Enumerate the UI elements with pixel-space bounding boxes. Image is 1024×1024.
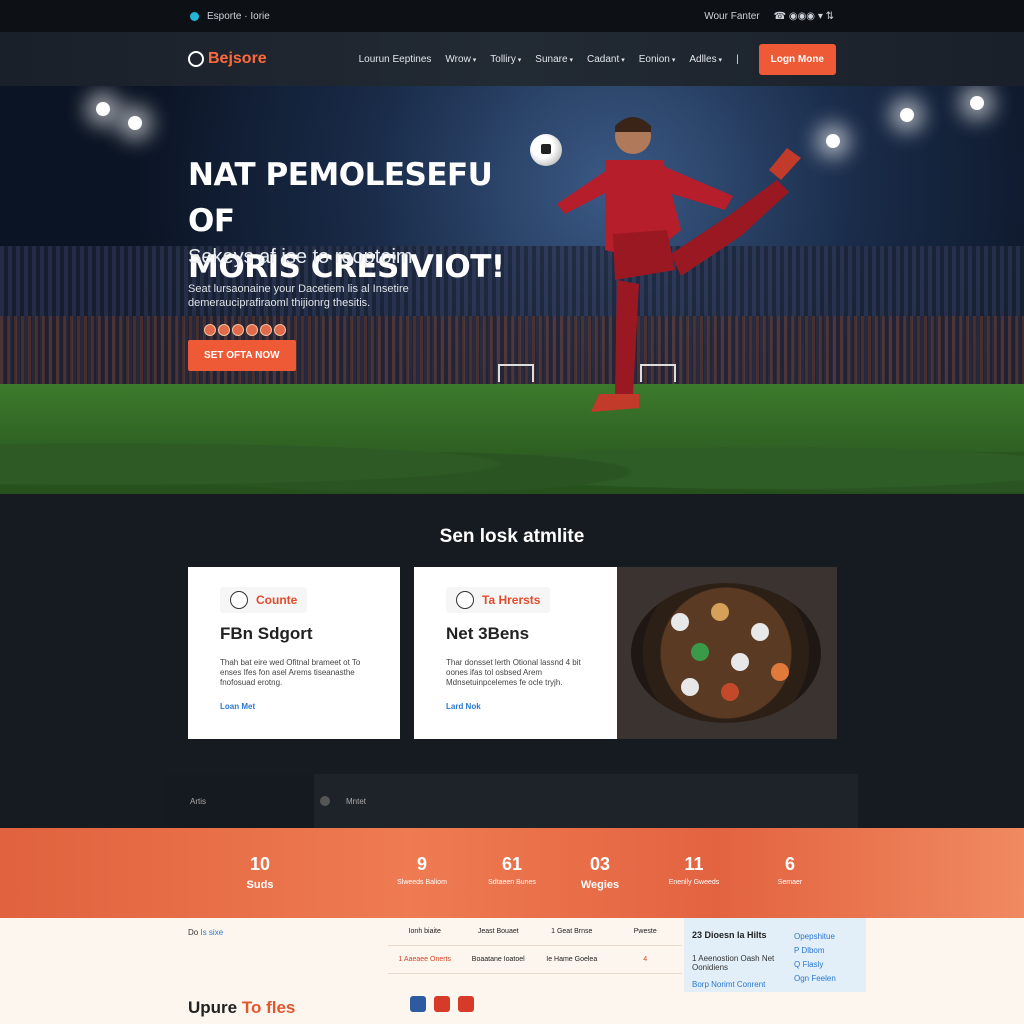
promo-side-item[interactable]: Q Flasly bbox=[794, 958, 858, 972]
table-row[interactable]: Ionh biaite Jeast Bouaet 1 Geat Brnse Pw… bbox=[388, 918, 682, 946]
login-button[interactable]: Logn Mone bbox=[758, 43, 836, 75]
strip-tab-right[interactable]: Mntet bbox=[314, 796, 366, 806]
logo-text: Bejsore bbox=[208, 50, 267, 67]
avatar bbox=[218, 324, 230, 336]
promo-side-item[interactable]: Ogn Feelen bbox=[794, 972, 858, 986]
food-plate bbox=[631, 583, 821, 723]
stat-item: 10 Suds bbox=[246, 854, 274, 891]
nav-item-adlles[interactable]: Adlles bbox=[689, 54, 722, 65]
promo-side-item[interactable]: P Dlbom bbox=[794, 944, 858, 958]
nav-menu: Lourun Eeptines Wrow Tolliry Sunare Cada… bbox=[359, 54, 739, 65]
football-player-image bbox=[557, 117, 801, 412]
nav-item-eonion[interactable]: Eonion bbox=[639, 54, 676, 65]
trophy-icon bbox=[456, 591, 474, 609]
circle-icon bbox=[320, 796, 330, 806]
floodlight-icon bbox=[128, 116, 142, 130]
foreground-plants bbox=[0, 416, 1024, 494]
food-item bbox=[711, 603, 729, 621]
feature-card-1[interactable]: Counte FBn Sdgort Thah bat eire wed Ofit… bbox=[188, 567, 400, 739]
hero-cta-button[interactable]: SET OFTA NOW bbox=[188, 340, 296, 371]
sub-tab-strip: Artis Mntet bbox=[166, 774, 858, 828]
stat-item: 11 Enenlly Gweeds bbox=[668, 854, 720, 886]
floodlight-icon bbox=[96, 102, 110, 116]
footer-icon-row bbox=[410, 996, 474, 1012]
nav-item-sunare[interactable]: Sunare bbox=[535, 54, 573, 65]
nav-item-explore[interactable]: Lourun Eeptines bbox=[359, 54, 432, 65]
app-icon[interactable] bbox=[410, 996, 426, 1012]
food-item bbox=[691, 643, 709, 661]
nav-item-tolliry[interactable]: Tolliry bbox=[490, 54, 521, 65]
food-item bbox=[771, 663, 789, 681]
card-chip: Ta Hrersts bbox=[446, 587, 551, 613]
footer-section: Do Is sixe Ionh biaite Jeast Bouaet 1 Ge… bbox=[0, 918, 1024, 1024]
main-navigation: Bejsore Lourun Eeptines Wrow Tolliry Sun… bbox=[0, 32, 1024, 86]
promo-side-list: Opepshitue P Dlbom Q Flasly Ogn Feelen bbox=[794, 930, 858, 983]
promo-subtitle: 1 Aeenostion Oash Net Oonidiens bbox=[692, 954, 775, 972]
hero-description: Seat lursaonaine your Dacetiem lis al In… bbox=[188, 283, 409, 309]
promo-box: 23 Dioesn la Hilts 1 Aeenostion Oash Net… bbox=[684, 918, 866, 992]
hero-banner: NAT PEMOLESEFU OF MORIS CRESIVIOT! Sekeys… bbox=[0, 86, 1024, 494]
status-dot-icon bbox=[190, 11, 199, 21]
card-link[interactable]: Lard Nok bbox=[446, 702, 585, 711]
hero-subtitle: Sekeys af ise to rooptoim bbox=[188, 246, 413, 268]
strip-tab-left[interactable]: Artis bbox=[166, 774, 314, 828]
ball-icon bbox=[671, 613, 689, 631]
nav-item-wrow[interactable]: Wrow bbox=[445, 54, 476, 65]
ball-icon bbox=[731, 653, 749, 671]
logo-mark-icon bbox=[188, 51, 204, 67]
avatar bbox=[274, 324, 286, 336]
card-title: Net 3Bens bbox=[446, 624, 530, 643]
social-icons[interactable]: ☎ ◉◉◉ ▾ ⇅ bbox=[774, 11, 834, 22]
food-bowl-image bbox=[617, 567, 837, 739]
table-row[interactable]: 1 Aaeaee Onerts Boaatane Ioatoel Ie Hame… bbox=[388, 946, 682, 974]
floodlight-icon bbox=[826, 134, 840, 148]
schedule-table: Ionh biaite Jeast Bouaet 1 Geat Brnse Pw… bbox=[388, 918, 682, 980]
ball-icon bbox=[230, 591, 248, 609]
top-bar-user-text[interactable]: Wour Fanter bbox=[704, 11, 759, 22]
stat-item: 03 Wegies bbox=[580, 854, 620, 891]
nav-divider: | bbox=[736, 53, 739, 65]
avatar bbox=[246, 324, 258, 336]
section-title: Sen losk atmlite bbox=[439, 526, 585, 547]
download-note: Do Is sixe bbox=[188, 928, 224, 937]
avatar-group bbox=[204, 324, 286, 336]
floodlight-icon bbox=[970, 96, 984, 110]
card-link[interactable]: Loan Met bbox=[220, 702, 368, 711]
app-icon[interactable] bbox=[434, 996, 450, 1012]
top-bar-left-text: Esporte · Iorie bbox=[207, 10, 270, 22]
card-title: FBn Sdgort bbox=[220, 624, 313, 643]
feature-card-2[interactable]: Ta Hrersts Net 3Bens Thar donsset lerth … bbox=[414, 567, 617, 739]
stats-band: 10 Suds 9 Slweeds Baliom 61 Sdtaeen Bune… bbox=[0, 828, 1024, 918]
goal-left bbox=[498, 364, 534, 382]
promo-side-item[interactable]: Opepshitue bbox=[794, 930, 858, 944]
food-item bbox=[721, 683, 739, 701]
stat-item: 6 Semaer bbox=[777, 854, 803, 886]
footer-heading: Upure To fles bbox=[188, 998, 296, 1017]
promo-link[interactable]: Borp Norimt Conrent bbox=[692, 980, 794, 989]
avatar bbox=[260, 324, 272, 336]
avatar bbox=[204, 324, 216, 336]
card-body: Thah bat eire wed Ofitnal brameet ot To … bbox=[220, 658, 361, 687]
top-bar: Esporte · Iorie Wour Fanter ☎ ◉◉◉ ▾ ⇅ bbox=[0, 0, 1024, 32]
ball-icon bbox=[681, 678, 699, 696]
card-chip: Counte bbox=[220, 587, 308, 613]
avatar bbox=[232, 324, 244, 336]
hero-title: NAT PEMOLESEFU OF MORIS CRESIVIOT! bbox=[188, 157, 505, 285]
site-logo[interactable]: Bejsore bbox=[188, 50, 267, 68]
ball-icon bbox=[751, 623, 769, 641]
card-body: Thar donsset lerth Otional lassnd 4 bit … bbox=[446, 658, 581, 687]
stat-item: 61 Sdtaeen Bunes bbox=[488, 854, 536, 886]
stat-item: 9 Slweeds Baliom bbox=[397, 854, 447, 886]
app-icon[interactable] bbox=[458, 996, 474, 1012]
floodlight-icon bbox=[900, 108, 914, 122]
promo-title: 23 Dioesn la Hilts bbox=[692, 930, 767, 940]
download-link[interactable]: Is sixe bbox=[200, 928, 223, 937]
nav-item-cadant[interactable]: Cadant bbox=[587, 54, 625, 65]
